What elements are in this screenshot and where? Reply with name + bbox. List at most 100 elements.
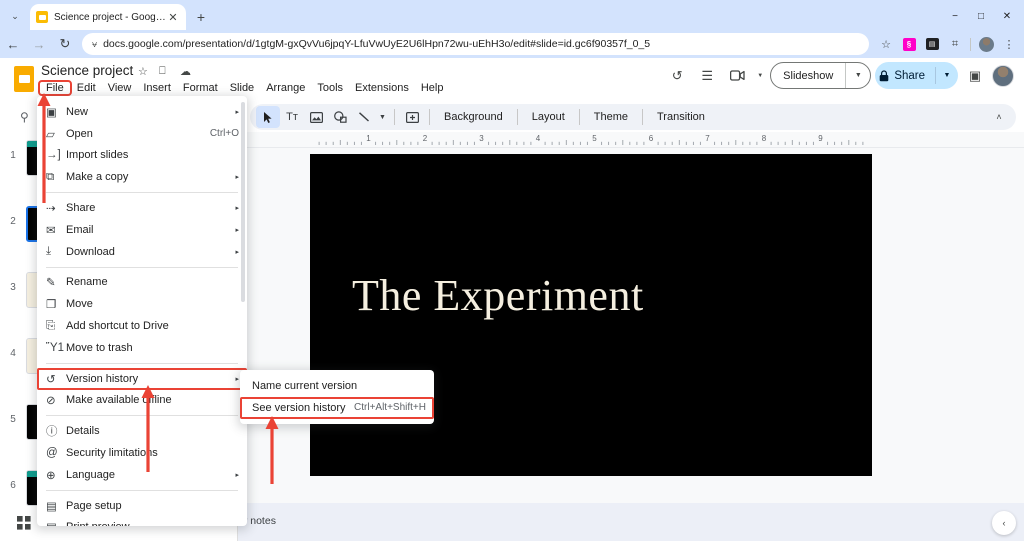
menu-tools[interactable]: Tools (311, 81, 349, 95)
select-cursor-icon[interactable] (256, 106, 280, 128)
extension-dark-icon[interactable]: ▤ (921, 33, 943, 55)
file-menu-item-import-slides[interactable]: →]Import slides (37, 145, 247, 167)
browser-tab[interactable]: Science project - Google Slides ✕ (30, 4, 186, 30)
reload-icon[interactable]: ↻ (52, 31, 78, 57)
submenu-item-name-current-version[interactable]: Name current version (240, 375, 434, 397)
toolbar-theme-button[interactable]: Theme (585, 111, 637, 123)
file-menu-item-download[interactable]: ⤓Download▸ (37, 241, 247, 263)
bookmark-star-icon[interactable]: ☆ (875, 33, 897, 55)
close-window-icon[interactable]: ✕ (994, 4, 1020, 28)
file-menu-item-language[interactable]: ⊕Language▸ (37, 464, 247, 486)
slides-logo-icon[interactable] (14, 66, 34, 92)
notes-collapse-icon[interactable]: ‹ (992, 511, 1016, 535)
menu-scrollbar[interactable] (241, 102, 245, 302)
file-menu-item-share[interactable]: ⇢Share▸ (37, 197, 247, 219)
file-menu-item-rename[interactable]: ✎Rename (37, 272, 247, 294)
forward-icon[interactable]: → (26, 31, 52, 57)
version-history-icon[interactable]: ↺ (664, 63, 690, 89)
toolbar-transition-button[interactable]: Transition (648, 111, 714, 123)
tab-search-chevron-icon[interactable]: ⌄ (4, 5, 26, 27)
browser-profile-avatar[interactable] (975, 33, 997, 55)
move-to-folder-icon[interactable]: ⎕ (159, 65, 166, 78)
file-menu-item-new[interactable]: ▣New▸ (37, 101, 247, 123)
file-menu-item-details[interactable]: ⓘDetails (37, 420, 247, 442)
insert-textbox-icon[interactable] (400, 106, 424, 128)
comments-icon[interactable]: ☰ (694, 63, 720, 89)
slideshow-button[interactable]: Slideshow ▼ (770, 62, 871, 89)
menu-format[interactable]: Format (177, 81, 224, 95)
file-menu-item-print-preview[interactable]: ▤Print preview (37, 517, 247, 526)
search-icon[interactable]: ⚲ (20, 110, 29, 124)
share-caret-icon[interactable]: ▼ (936, 72, 958, 79)
browser-menu-icon[interactable]: ⋮ (998, 33, 1020, 55)
slide-title-text[interactable]: The Experiment (352, 270, 644, 321)
address-bar[interactable]: ⩝ docs.google.com/presentation/d/1gtgM-g… (82, 33, 869, 55)
svg-text:5: 5 (592, 134, 597, 143)
document-title[interactable]: Science project (41, 63, 133, 78)
menu-item-label: Open (66, 128, 202, 140)
meet-camera-icon[interactable] (724, 63, 750, 89)
slide-editor[interactable]: The Experiment (310, 154, 872, 476)
file-menu-item-move[interactable]: ❐Move (37, 293, 247, 315)
make-available-offline-icon: ⊘ (46, 393, 66, 407)
menu-item-label: Rename (66, 276, 239, 288)
language-icon: ⊕ (46, 468, 66, 482)
submenu-item-see-version-history[interactable]: See version historyCtrl+Alt+Shift+H (240, 397, 434, 419)
menu-item-label: Security limitations (66, 447, 239, 459)
url-text: docs.google.com/presentation/d/1gtgM-gxQ… (103, 38, 650, 50)
toolbar-layout-button[interactable]: Layout (523, 111, 574, 123)
menu-help[interactable]: Help (415, 81, 450, 95)
toolbar-pill: Tᴛ ▼ (250, 104, 1016, 130)
extension-pink-icon[interactable]: § (898, 33, 920, 55)
cloud-saved-icon[interactable]: ☁ (180, 65, 191, 78)
file-menu-item-email[interactable]: ✉Email▸ (37, 219, 247, 241)
tab-strip: ⌄ Science project - Google Slides ✕ + − … (0, 0, 1024, 30)
image-glyph (310, 112, 323, 123)
toolbar-collapse-icon[interactable]: ˄ (982, 104, 1016, 130)
file-menu-item-security-limitations[interactable]: @Security limitations (37, 442, 247, 464)
file-menu-item-move-to-trash[interactable]: Ὕ1Move to trash (37, 337, 247, 359)
menu-item-label: Download (66, 246, 227, 258)
extensions-puzzle-icon[interactable]: ⌗ (944, 33, 966, 55)
speaker-notes-panel[interactable]: er notes ‹ (238, 503, 1024, 541)
thumbnail-number: 6 (0, 470, 26, 491)
file-menu-item-make-available-offline[interactable]: ⊘Make available offline (37, 390, 247, 412)
slideshow-caret-icon[interactable]: ▼ (846, 72, 870, 79)
thumbnail-number: 4 (0, 338, 26, 359)
maximize-icon[interactable]: □ (968, 4, 994, 28)
file-menu-item-page-setup[interactable]: ▤Page setup (37, 495, 247, 517)
file-menu-item-version-history[interactable]: ↺Version history▸ (37, 368, 247, 390)
file-menu-item-make-a-copy[interactable]: ⧉Make a copy▸ (37, 166, 247, 188)
menu-file[interactable]: File (39, 81, 71, 95)
close-icon[interactable]: ✕ (166, 11, 180, 24)
menu-arrange[interactable]: Arrange (260, 81, 311, 95)
insert-image-icon[interactable] (304, 106, 328, 128)
menu-item-label: Language (66, 469, 227, 481)
menu-extensions[interactable]: Extensions (349, 81, 415, 95)
star-icon[interactable]: ☆ (138, 65, 148, 78)
minimize-icon[interactable]: − (942, 4, 968, 28)
divider (429, 109, 430, 125)
new-tab-button[interactable]: + (190, 6, 212, 28)
extension-dark-glyph: ▤ (926, 38, 939, 50)
insert-line-icon[interactable] (352, 106, 376, 128)
file-menu-item-add-shortcut-to-drive[interactable]: ⎘Add shortcut to Drive (37, 315, 247, 337)
insert-shape-icon[interactable] (328, 106, 352, 128)
file-menu-item-open[interactable]: ▱OpenCtrl+O (37, 123, 247, 145)
menu-slide[interactable]: Slide (224, 81, 260, 95)
present-mode-icon[interactable]: ▣ (962, 63, 988, 89)
menu-insert[interactable]: Insert (137, 81, 177, 95)
avatar[interactable] (992, 65, 1014, 87)
chevron-right-icon: ▸ (235, 173, 239, 181)
site-settings-icon[interactable]: ⩝ (92, 39, 96, 50)
page-setup-icon: ▤ (46, 499, 66, 513)
menu-view[interactable]: View (102, 81, 138, 95)
line-caret-icon[interactable]: ▼ (376, 114, 389, 121)
toolbar-background-button[interactable]: Background (435, 111, 512, 123)
meet-caret-icon[interactable]: ▼ (754, 63, 766, 89)
text-box-icon[interactable]: Tᴛ (280, 106, 304, 128)
share-button[interactable]: Share ▼ (875, 62, 958, 89)
menu-edit[interactable]: Edit (71, 81, 102, 95)
back-icon[interactable]: ← (0, 31, 26, 57)
grid-view-icon[interactable] (14, 513, 34, 533)
